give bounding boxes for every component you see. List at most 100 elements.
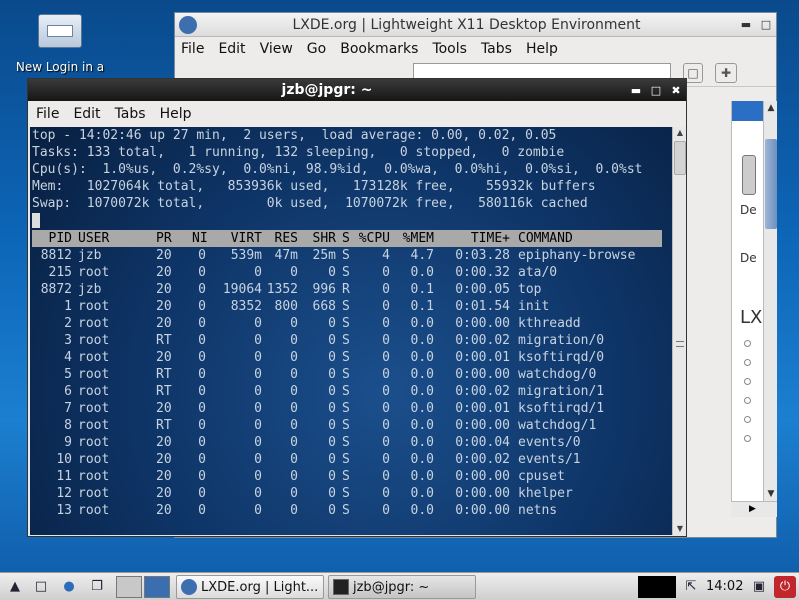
col-ni: 0 xyxy=(198,333,206,348)
col-command: events/1 xyxy=(518,452,581,467)
menu-help[interactable]: Help xyxy=(526,41,558,57)
menu-tabs[interactable]: Tabs xyxy=(481,41,512,57)
col-pid: 10 xyxy=(56,452,72,467)
col-pr: 20 xyxy=(156,452,172,467)
browser-horizontal-scrollbar[interactable]: ▶ xyxy=(731,501,777,517)
scrollbar-thumb[interactable] xyxy=(674,141,686,175)
col-mem: 4.7 xyxy=(410,248,434,263)
col-res: 0 xyxy=(290,401,298,416)
col-res: 0 xyxy=(290,435,298,450)
maximize-button[interactable]: □ xyxy=(756,15,776,35)
col-shr: 0 xyxy=(328,333,336,348)
col-cpu-header: %CPU xyxy=(358,231,390,246)
browser-vertical-scrollbar[interactable]: ▲ ▼ xyxy=(763,101,777,501)
table-row: 11 root 20 0 0 0 0 S 0 0.0 0:00.00 cpuset xyxy=(32,468,662,485)
col-virt: 19064 xyxy=(222,282,262,297)
col-time: 0:03.28 xyxy=(455,248,510,263)
col-cpu: 0 xyxy=(382,452,390,467)
col-mem: 0.0 xyxy=(410,503,434,518)
col-virt: 0 xyxy=(254,265,262,280)
col-ni: 0 xyxy=(198,469,206,484)
menu-file[interactable]: File xyxy=(36,106,59,122)
terminal-menubar: File Edit Tabs Help xyxy=(28,101,686,127)
col-pid: 8 xyxy=(64,418,72,433)
browser-launcher-icon[interactable]: ● xyxy=(58,576,80,598)
scroll-down-icon[interactable]: ▼ xyxy=(673,523,687,535)
col-ni: 0 xyxy=(198,367,206,382)
menu-bookmarks[interactable]: Bookmarks xyxy=(340,41,418,57)
workspace-2[interactable] xyxy=(144,576,170,598)
col-pr: 20 xyxy=(156,299,172,314)
terminal-screen[interactable]: top - 14:02:46 up 27 min, 2 users, load … xyxy=(30,127,672,535)
col-cpu: 0 xyxy=(382,333,390,348)
col-pid: 8872 xyxy=(40,282,72,297)
col-cpu: 0 xyxy=(382,418,390,433)
scroll-up-icon[interactable]: ▲ xyxy=(764,101,778,115)
col-time: 0:00.05 xyxy=(455,282,510,297)
table-row: 7 root 20 0 0 0 0 S 0 0.0 0:00.01 ksoftirqd/1 xyxy=(32,400,662,417)
col-command: ata/0 xyxy=(518,265,558,280)
col-shr: 0 xyxy=(328,384,336,399)
close-button[interactable]: ✖ xyxy=(666,84,686,97)
menu-launcher-icon[interactable]: ▲ xyxy=(4,576,26,598)
table-row: 215 root 20 0 0 0 0 S 0 0.0 0:00.32 ata/0 xyxy=(32,264,662,281)
col-mem: 0.0 xyxy=(410,435,434,450)
lxde-logo-text: LX xyxy=(740,307,763,328)
col-virt: 8352 xyxy=(230,299,262,314)
scrollbar-grip xyxy=(676,341,684,347)
col-time: 0:00.01 xyxy=(455,350,510,365)
col-mem: 0.0 xyxy=(410,418,434,433)
bookmark-add-icon[interactable]: ✚ xyxy=(715,63,737,83)
browser-titlebar[interactable]: LXDE.org | Lightweight X11 Desktop Envir… xyxy=(175,13,776,37)
menu-go[interactable]: Go xyxy=(307,41,326,57)
col-time: 0:00.02 xyxy=(455,333,510,348)
scrollbar-thumb[interactable] xyxy=(765,139,777,229)
network-icon[interactable]: ⇱ xyxy=(680,576,702,598)
scroll-up-icon[interactable]: ▲ xyxy=(673,127,687,139)
col-shr: 0 xyxy=(328,265,336,280)
minimize-button[interactable]: ▬ xyxy=(736,15,756,35)
col-pid: 3 xyxy=(64,333,72,348)
col-pr: 20 xyxy=(156,282,172,297)
col-mem: 0.0 xyxy=(410,452,434,467)
table-row: 12 root 20 0 0 0 0 S 0 0.0 0:00.00 khelper xyxy=(32,485,662,502)
menu-edit[interactable]: Edit xyxy=(73,106,100,122)
workspace-1[interactable] xyxy=(116,576,142,598)
terminal-titlebar[interactable]: jzb@jpgr: ~ ▬ □ ✖ xyxy=(28,79,686,101)
cpu-monitor[interactable] xyxy=(638,576,676,598)
menu-tabs[interactable]: Tabs xyxy=(115,106,146,122)
menu-help[interactable]: Help xyxy=(160,106,192,122)
menu-file[interactable]: File xyxy=(181,41,204,57)
taskbar: ▲ □ ● ❐ LXDE.org | Light... jzb@jpgr: ~ … xyxy=(0,572,799,600)
table-row: 8872 jzb 20 0 19064 1352 996 R 0 0.1 0:00.05 top xyxy=(32,281,662,298)
terminal-window[interactable]: jzb@jpgr: ~ ▬ □ ✖ File Edit Tabs Help to… xyxy=(27,78,687,537)
menu-tools[interactable]: Tools xyxy=(432,41,467,57)
col-user: root xyxy=(78,265,110,280)
logout-icon[interactable]: ⏻ xyxy=(774,576,796,598)
list-bullet xyxy=(744,378,751,385)
col-command: migration/1 xyxy=(518,384,605,399)
file-manager-icon[interactable]: □ xyxy=(30,576,52,598)
col-mem: 0.0 xyxy=(410,350,434,365)
col-command: khelper xyxy=(518,486,573,501)
clock[interactable]: 14:02 xyxy=(706,579,743,594)
lock-screen-icon[interactable]: ▣ xyxy=(748,576,770,598)
terminal-scrollbar[interactable]: ▲ ▼ xyxy=(672,127,686,535)
taskbar-item-terminal[interactable]: jzb@jpgr: ~ xyxy=(328,575,476,599)
list-bullet xyxy=(744,435,751,442)
scroll-down-icon[interactable]: ▼ xyxy=(764,487,778,501)
table-row: 6 root RT 0 0 0 0 S 0 0.0 0:00.02 migration/1 xyxy=(32,383,662,400)
col-shr: 25m xyxy=(312,248,336,263)
maximize-button[interactable]: □ xyxy=(646,84,666,97)
minimize-button[interactable]: ▬ xyxy=(626,84,646,97)
col-command: ksoftirqd/0 xyxy=(518,350,605,365)
taskbar-item-browser[interactable]: LXDE.org | Light... xyxy=(176,575,324,599)
col-res: 0 xyxy=(290,384,298,399)
menu-view[interactable]: View xyxy=(260,41,293,57)
desktop-shortcut[interactable]: New Login in a xyxy=(10,14,110,74)
show-desktop-icon[interactable]: ❐ xyxy=(86,576,108,598)
col-ni: 0 xyxy=(198,299,206,314)
col-shr: 0 xyxy=(328,452,336,467)
menu-edit[interactable]: Edit xyxy=(218,41,245,57)
taskbar-item-label: jzb@jpgr: ~ xyxy=(353,579,430,595)
